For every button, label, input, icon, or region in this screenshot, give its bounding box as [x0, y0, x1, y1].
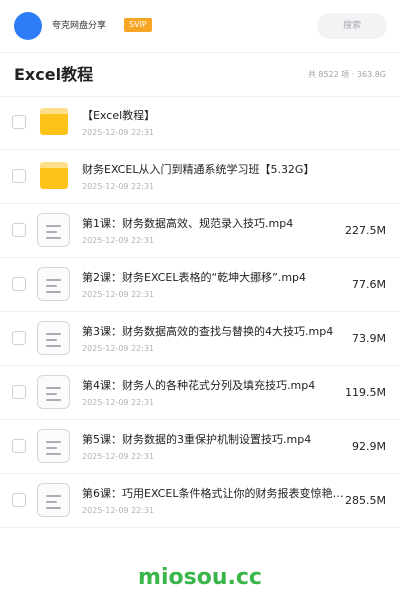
page-title: Excel教程	[14, 65, 94, 84]
top-bar: 夸克网盘分享 SVIP 搜索	[0, 0, 400, 52]
list-item[interactable]: 第6课：巧用EXCEL条件格式让你的财务报表变惊艳… 2025-12-09 22…	[0, 474, 400, 528]
file-name: 第6课：巧用EXCEL条件格式让你的财务报表变惊艳…	[82, 487, 344, 500]
file-size: 227.5M	[345, 224, 386, 237]
file-date: 2025-12-09 22:31	[82, 344, 155, 353]
file-name: 第4课：财务人的各种花式分列及填充技巧.mp4	[82, 379, 316, 392]
file-size: 119.5M	[345, 386, 386, 399]
list-item[interactable]: 财务EXCEL从入门到精通系统学习班【5.32G】 2025-12-09 22:…	[0, 150, 400, 204]
list-item[interactable]: 第5课：财务数据的3重保护机制设置技巧.mp4 2025-12-09 22:31…	[0, 420, 400, 474]
list-item[interactable]: 【Excel教程】 2025-12-09 22:31	[0, 96, 400, 150]
file-name: 第3课：财务数据高效的查找与替换的4大技巧.mp4	[82, 325, 334, 338]
list-item[interactable]: 第1课：财务数据高效、规范录入技巧.mp4 2025-12-09 22:31 2…	[0, 204, 400, 258]
file-size: 73.9M	[352, 332, 386, 345]
select-checkbox[interactable]	[12, 169, 26, 183]
file-name: 第2课：财务EXCEL表格的“乾坤大挪移”.mp4	[82, 271, 307, 284]
list-item[interactable]: 第3课：财务数据高效的查找与替换的4大技巧.mp4 2025-12-09 22:…	[0, 312, 400, 366]
select-checkbox[interactable]	[12, 385, 26, 399]
select-checkbox[interactable]	[12, 331, 26, 345]
folder-icon	[40, 108, 68, 135]
search-button[interactable]: 搜索	[317, 13, 387, 39]
select-checkbox[interactable]	[12, 223, 26, 237]
file-size: 285.5M	[345, 494, 386, 507]
file-size: 77.6M	[352, 278, 386, 291]
document-icon	[37, 267, 70, 301]
file-name: 【Excel教程】	[82, 109, 156, 122]
file-summary: 共 8522 项 · 363.8G	[307, 70, 386, 79]
file-date: 2025-12-09 22:31	[82, 128, 155, 137]
header-divider	[0, 52, 400, 53]
document-icon	[37, 429, 70, 463]
watermark: miosou.cc	[138, 565, 262, 590]
file-date: 2025-12-09 22:31	[82, 398, 155, 407]
list-item[interactable]: 第4课：财务人的各种花式分列及填充技巧.mp4 2025-12-09 22:31…	[0, 366, 400, 420]
file-date: 2025-12-09 22:31	[82, 506, 155, 515]
file-name: 第1课：财务数据高效、规范录入技巧.mp4	[82, 217, 294, 230]
file-date: 2025-12-09 22:31	[82, 182, 155, 191]
user-name[interactable]: 夸克网盘分享	[52, 19, 106, 33]
file-name: 财务EXCEL从入门到精通系统学习班【5.32G】	[82, 163, 315, 176]
document-icon	[37, 483, 70, 517]
avatar[interactable]	[14, 12, 42, 40]
select-checkbox[interactable]	[12, 439, 26, 453]
document-icon	[37, 213, 70, 247]
folder-icon	[40, 162, 68, 189]
document-icon	[37, 375, 70, 409]
file-date: 2025-12-09 22:31	[82, 290, 155, 299]
document-icon	[37, 321, 70, 355]
svip-badge: SVIP	[124, 18, 152, 32]
file-date: 2025-12-09 22:31	[82, 452, 155, 461]
list-item[interactable]: 第2课：财务EXCEL表格的“乾坤大挪移”.mp4 2025-12-09 22:…	[0, 258, 400, 312]
file-size: 92.9M	[352, 440, 386, 453]
file-name: 第5课：财务数据的3重保护机制设置技巧.mp4	[82, 433, 312, 446]
select-checkbox[interactable]	[12, 115, 26, 129]
select-checkbox[interactable]	[12, 277, 26, 291]
file-date: 2025-12-09 22:31	[82, 236, 155, 245]
file-list: 【Excel教程】 2025-12-09 22:31 财务EXCEL从入门到精通…	[0, 96, 400, 528]
select-checkbox[interactable]	[12, 493, 26, 507]
